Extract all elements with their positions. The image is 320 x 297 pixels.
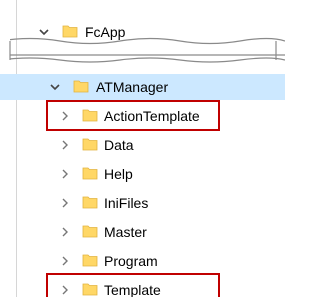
chevron-down-icon[interactable] (49, 81, 61, 93)
tree-item-label: IniFiles (104, 195, 149, 211)
folder-icon (82, 225, 98, 238)
tree-item-data[interactable]: Data (0, 132, 285, 158)
folder-icon (82, 138, 98, 151)
folder-icon (82, 283, 98, 296)
chevron-right-icon[interactable] (59, 255, 71, 267)
tree-item-program[interactable]: Program (0, 248, 285, 274)
tree-item-help[interactable]: Help (0, 161, 285, 187)
tree-item-master[interactable]: Master (0, 219, 285, 245)
tree-item-label: Help (104, 166, 133, 182)
tree-item-label: Master (104, 224, 147, 240)
folder-icon (82, 109, 98, 122)
tree-item-actiontemplate[interactable]: ActionTemplate (0, 103, 285, 129)
folder-icon (82, 167, 98, 180)
folder-icon (73, 80, 89, 93)
tree-item-template[interactable]: Template (0, 277, 285, 297)
tree-item-label: Template (104, 282, 161, 297)
tree-item-label: ATManager (96, 79, 169, 95)
tree-item-inifiles[interactable]: IniFiles (0, 190, 285, 216)
chevron-right-icon[interactable] (59, 168, 71, 180)
folder-icon (82, 196, 98, 209)
explorer-tree-panel: FcApp ATManager ActionTemplate Data Help… (0, 0, 285, 297)
tree-item-label: Data (104, 137, 134, 153)
torn-edge-divider (0, 36, 285, 70)
tree-item-label: ActionTemplate (104, 108, 200, 124)
folder-icon (82, 254, 98, 267)
chevron-right-icon[interactable] (59, 110, 71, 122)
tree-item-label: Program (104, 253, 158, 269)
chevron-right-icon[interactable] (59, 139, 71, 151)
chevron-right-icon[interactable] (59, 226, 71, 238)
chevron-right-icon[interactable] (59, 284, 71, 296)
tree-item-atmanager[interactable]: ATManager (0, 74, 285, 100)
chevron-right-icon[interactable] (59, 197, 71, 209)
